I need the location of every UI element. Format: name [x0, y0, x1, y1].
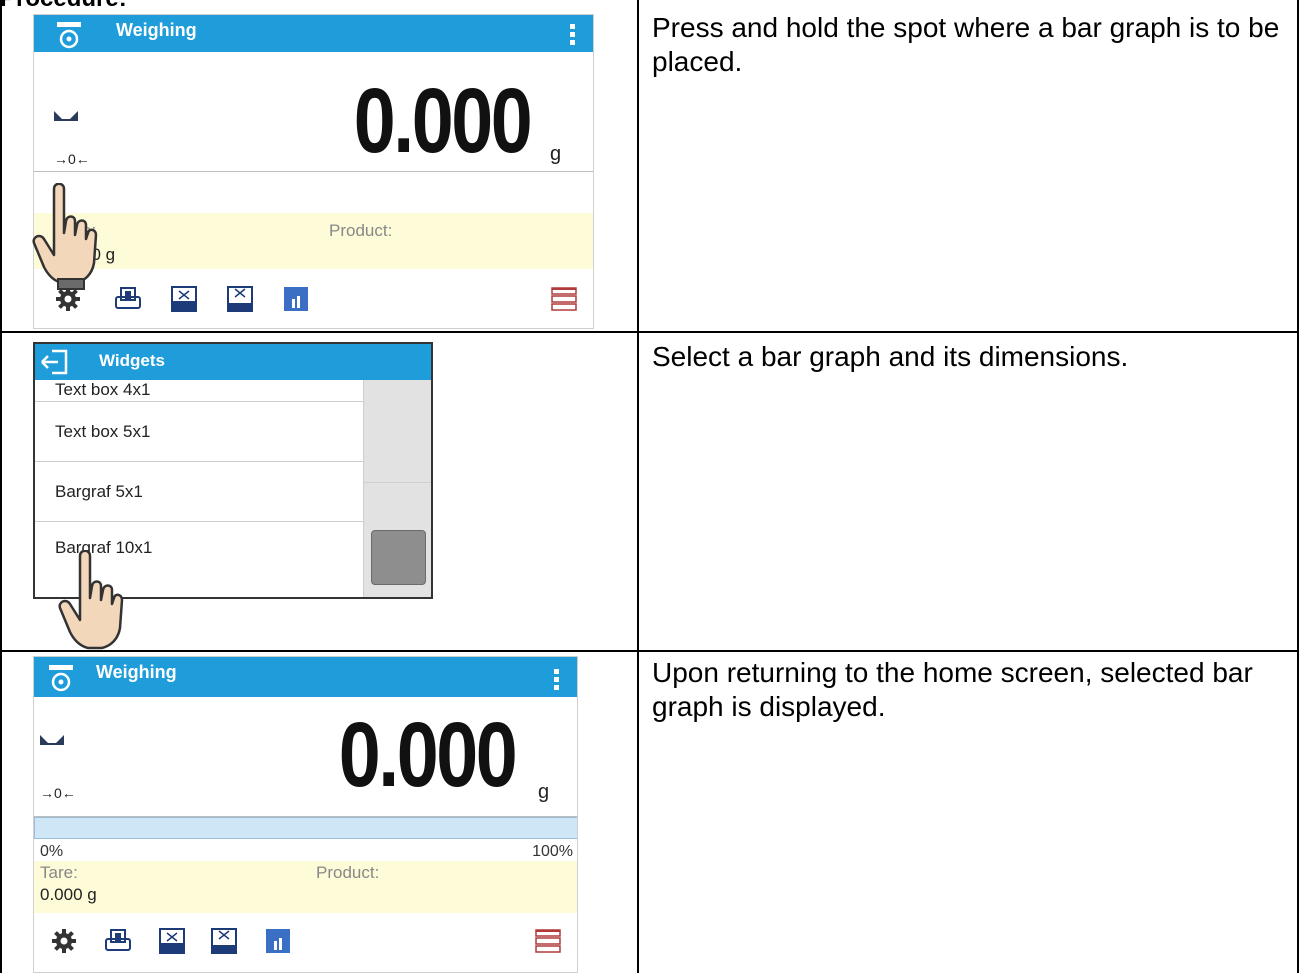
bottom-toolbar: [34, 281, 593, 321]
stats-icon[interactable]: [282, 285, 310, 313]
weighing-screen-3: Weighing →0← 0.000 g 0% 100% Tare: 0.000…: [33, 656, 578, 973]
table-line-left-top: [0, 0, 2, 973]
back-icon[interactable]: [40, 349, 68, 375]
title-bar: Widgets: [35, 344, 431, 380]
settings-icon[interactable]: [50, 927, 78, 955]
list-item[interactable]: Bargraf 5x1: [35, 462, 363, 522]
info-panel[interactable]: Tare: 0.000 g Product:: [34, 861, 577, 913]
list-item[interactable]: Text box 5x1: [35, 402, 363, 462]
stats-icon[interactable]: [264, 927, 292, 955]
table-line-row1: [0, 331, 1299, 333]
kebab-menu-icon[interactable]: [554, 669, 559, 693]
hand-pointer-icon: [32, 183, 98, 290]
scale-icon[interactable]: [48, 664, 74, 692]
bottom-toolbar: [34, 921, 577, 961]
table-line-row2: [0, 650, 1299, 652]
procedure-heading: Procedure:: [0, 0, 127, 11]
bar-graph: [34, 817, 577, 839]
weight-icon[interactable]: [170, 285, 198, 313]
bar-min-label: 0%: [40, 843, 64, 860]
weight-unit: g: [550, 143, 562, 165]
scrollbar-divider: [363, 482, 431, 483]
title-bar: Weighing: [34, 657, 577, 697]
kebab-menu-icon[interactable]: [570, 24, 575, 48]
instruction-3: Upon returning to the home screen, selec…: [652, 657, 1253, 722]
stability-icon: [54, 111, 78, 121]
screen-title: Weighing: [116, 20, 197, 40]
tare-label: Tare:: [40, 863, 78, 882]
screen-title: Weighing: [96, 662, 177, 682]
database-icon[interactable]: [534, 927, 562, 955]
instruction-2: Select a bar graph and its dimensions.: [652, 341, 1129, 372]
weighing-screen-1: Weighing →0← 0.000 g e: 00 g Product:: [33, 14, 594, 329]
instruction-1: Press and hold the spot where a bar grap…: [652, 12, 1280, 77]
weight-unit: g: [538, 781, 550, 803]
screen-title: Widgets: [99, 351, 165, 370]
weight-icon-2[interactable]: [226, 285, 254, 313]
bar-max-label: 100%: [532, 843, 573, 860]
stability-icon: [40, 735, 64, 745]
database-icon[interactable]: [550, 285, 578, 313]
zero-indicator: →0←: [54, 151, 90, 167]
list-item-label: Bargraf 5x1: [55, 482, 143, 501]
list-item[interactable]: Text box 4x1: [35, 380, 363, 402]
scrollbar-thumb[interactable]: [371, 530, 426, 585]
hand-pointer-icon: [58, 550, 124, 650]
product-label: Product:: [316, 863, 380, 882]
table-line-right: [1297, 0, 1299, 973]
weight-reading: 0.000: [338, 704, 518, 806]
weight-reading: 0.000: [353, 70, 533, 172]
zero-indicator: →0←: [40, 785, 76, 801]
info-panel[interactable]: e: 00 g Product:: [34, 213, 593, 269]
title-bar: Weighing: [34, 15, 593, 52]
printer-icon[interactable]: [104, 927, 132, 955]
tare-value: 0.000 g: [40, 885, 97, 904]
scale-icon[interactable]: [56, 21, 82, 49]
weight-icon[interactable]: [158, 927, 186, 955]
reading-divider: [34, 171, 593, 172]
product-label: Product:: [329, 221, 393, 240]
list-item-label: Text box 5x1: [55, 422, 151, 441]
weight-icon-2[interactable]: [210, 927, 238, 955]
list-item-label: Text box 4x1: [55, 380, 151, 399]
table-line-mid: [637, 0, 639, 973]
printer-icon[interactable]: [114, 285, 142, 313]
